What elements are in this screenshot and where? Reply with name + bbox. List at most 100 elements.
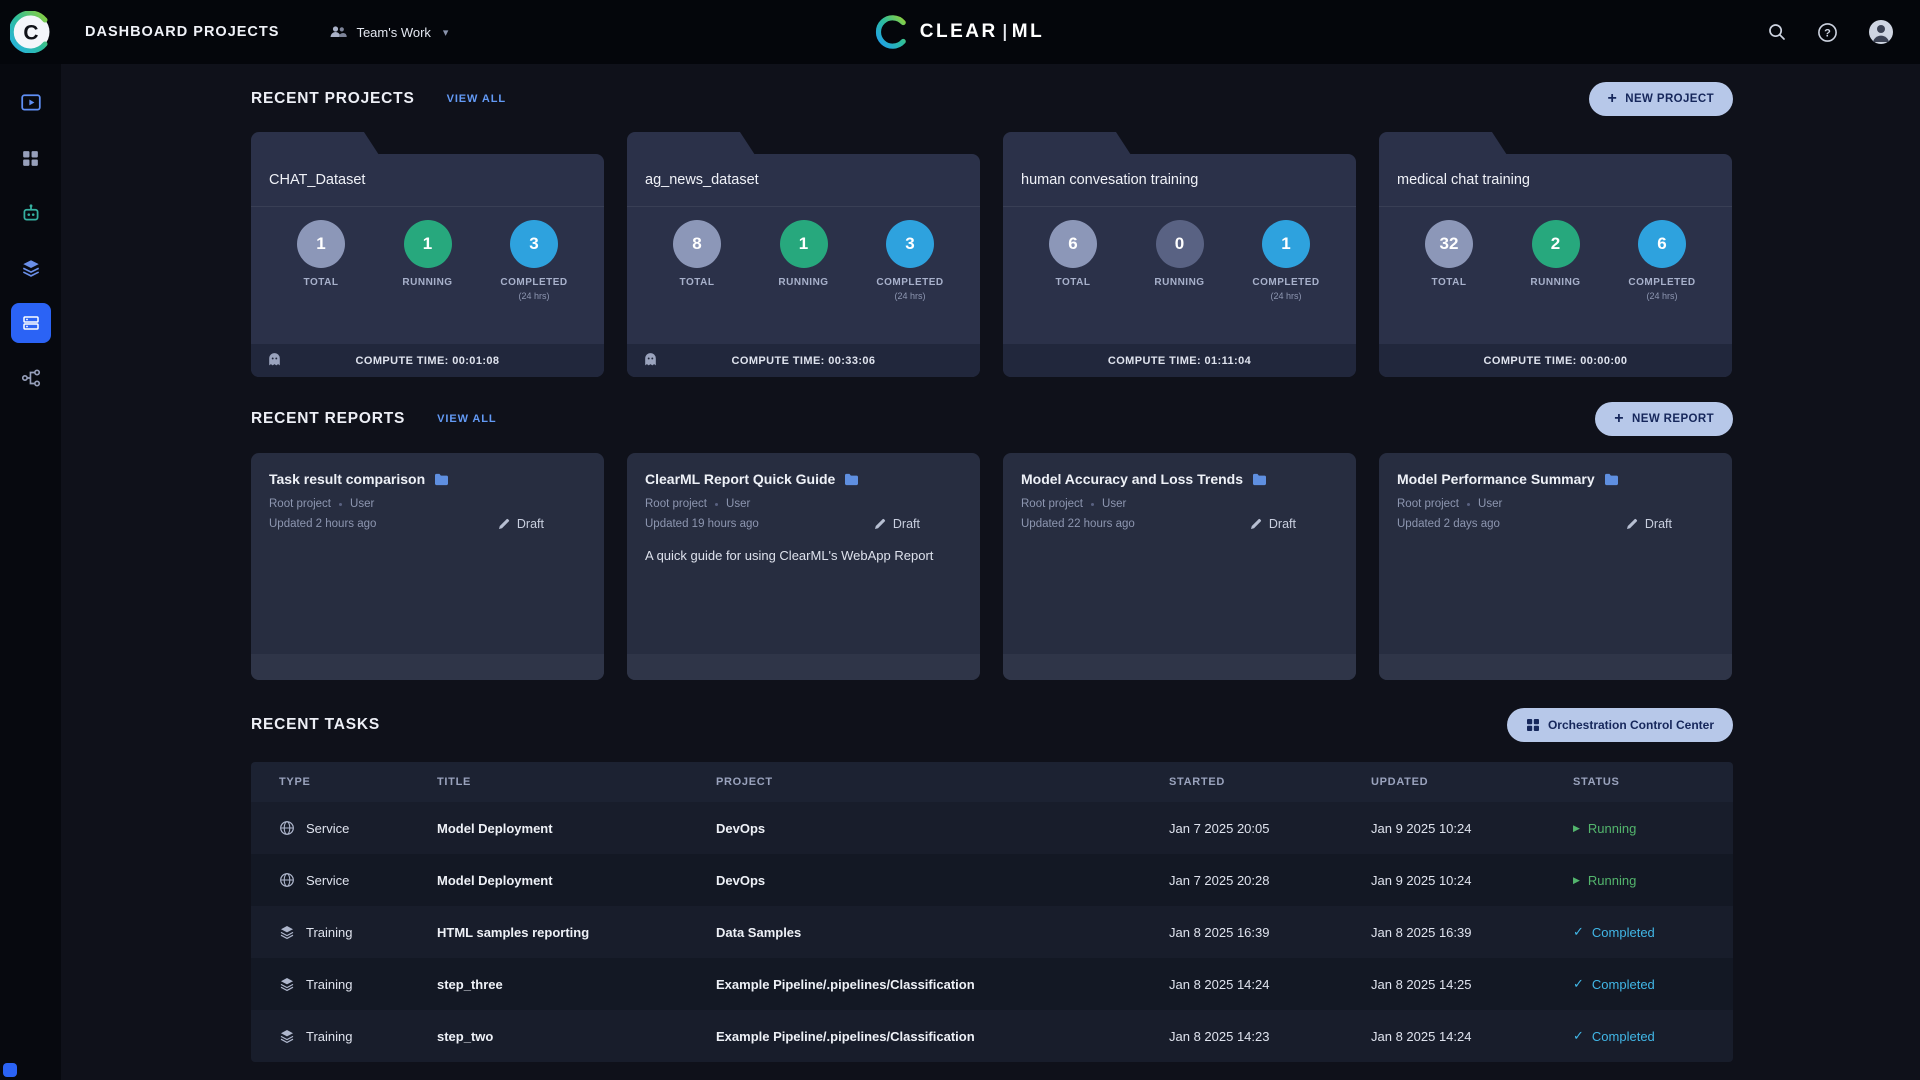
report-author: User xyxy=(726,498,751,510)
report-card-task-result-comparison[interactable]: Task result comparison Root project User… xyxy=(251,453,604,680)
project-card-body: ag_news_dataset 8 TOTAL 1 RUNNING 3 COMP xyxy=(627,154,980,377)
stat-label-running: RUNNING xyxy=(1154,277,1205,288)
stat-label-completed: COMPLETED xyxy=(1252,277,1320,288)
sidebar-item-orchestration[interactable] xyxy=(11,138,51,178)
new-report-label: NEW REPORT xyxy=(1632,413,1714,425)
sidebar-item-projects-active[interactable] xyxy=(10,303,51,343)
workspace-selector[interactable]: Team's Work ▾ xyxy=(329,25,448,40)
col-status: STATUS xyxy=(1573,776,1620,788)
project-footer: COMPUTE TIME: 01:11:04 xyxy=(1003,344,1356,377)
help-icon[interactable]: ? xyxy=(1817,22,1838,43)
stat-label-total: TOTAL xyxy=(1055,277,1091,288)
report-meta: Root project User xyxy=(645,498,962,510)
training-icon xyxy=(279,1028,295,1044)
stat-running: 2 RUNNING xyxy=(1520,220,1592,344)
training-icon xyxy=(279,924,295,940)
dot-separator xyxy=(1467,502,1471,506)
project-title: CHAT_Dataset xyxy=(251,154,604,207)
report-title: ClearML Report Quick Guide xyxy=(645,471,836,487)
new-project-label: NEW PROJECT xyxy=(1625,93,1714,105)
sidebar-item-datasets[interactable] xyxy=(11,248,51,288)
search-icon[interactable] xyxy=(1767,22,1787,42)
orchestration-control-center-button[interactable]: Orchestration Control Center xyxy=(1506,708,1733,742)
folder-tab xyxy=(627,132,755,155)
task-row-step-three[interactable]: Training step_three Example Pipeline/.pi… xyxy=(251,958,1733,1010)
grid-icon xyxy=(1526,718,1540,732)
recent-projects-section: RECENT PROJECTS VIEW ALL + NEW PROJECT C… xyxy=(251,82,1733,377)
project-footer: COMPUTE TIME: 00:33:06 xyxy=(627,344,980,377)
stat-label-total: TOTAL xyxy=(679,277,715,288)
report-card-clearml-quick-guide[interactable]: ClearML Report Quick Guide Root project … xyxy=(627,453,980,680)
layers-icon xyxy=(22,260,39,277)
report-meta: Root project User xyxy=(269,498,586,510)
sidebar-item-pipelines[interactable] xyxy=(11,358,51,398)
project-card-medical-chat-training[interactable]: medical chat training 32 TOTAL 2 RUNNING… xyxy=(1379,132,1732,377)
running-count-circle: 1 xyxy=(403,220,452,268)
new-project-button[interactable]: + NEW PROJECT xyxy=(1588,82,1733,116)
stat-sublabel-24hrs: (24 hrs) xyxy=(1646,291,1678,301)
reports-view-all-link[interactable]: VIEW ALL xyxy=(437,413,496,425)
task-started: Jan 8 2025 14:23 xyxy=(1169,1028,1270,1044)
sidebar-bottom-badge[interactable] xyxy=(3,1063,17,1077)
completed-count-circle: 1 xyxy=(1262,220,1310,268)
compute-time: COMPUTE TIME: 00:01:08 xyxy=(355,354,500,367)
task-type: Training xyxy=(306,924,353,940)
avatar[interactable] xyxy=(1868,19,1894,45)
task-updated: Jan 8 2025 14:25 xyxy=(1371,976,1472,992)
status-label: Running xyxy=(1587,820,1637,836)
report-project: Root project xyxy=(1021,498,1084,510)
clearml-logo[interactable]: C xyxy=(0,0,61,64)
tasks-table-header: TYPE TITLE PROJECT STARTED UPDATED STATU… xyxy=(251,762,1733,802)
draft-label: Draft xyxy=(516,517,544,531)
dot-separator xyxy=(715,502,719,506)
check-icon: ✓ xyxy=(1573,924,1584,939)
report-description: A quick guide for using ClearML's WebApp… xyxy=(645,548,934,563)
stat-label-running: RUNNING xyxy=(1530,277,1581,288)
stat-sublabel-24hrs: (24 hrs) xyxy=(518,291,550,301)
report-project: Root project xyxy=(269,498,332,510)
stat-label-completed: COMPLETED xyxy=(500,277,568,288)
project-card-ag-news-dataset[interactable]: ag_news_dataset 8 TOTAL 1 RUNNING 3 COMP xyxy=(627,132,980,377)
col-type: TYPE xyxy=(279,776,311,788)
task-row-model-deployment-1[interactable]: Service Model Deployment DevOps Jan 7 20… xyxy=(251,802,1733,854)
stat-label-completed: COMPLETED xyxy=(1628,277,1696,288)
col-started: STARTED xyxy=(1169,776,1226,788)
task-started: Jan 8 2025 14:24 xyxy=(1169,976,1270,992)
project-card-human-conversation-training[interactable]: human convesation training 6 TOTAL 0 RUN… xyxy=(1003,132,1356,377)
ghost-icon xyxy=(642,351,659,368)
new-report-button[interactable]: + NEW REPORT xyxy=(1595,402,1733,436)
task-row-step-two[interactable]: Training step_two Example Pipeline/.pipe… xyxy=(251,1010,1733,1062)
folder-icon xyxy=(434,473,449,486)
projects-view-all-link[interactable]: VIEW ALL xyxy=(447,93,506,105)
stat-label-running: RUNNING xyxy=(778,277,829,288)
stat-running: 0 RUNNING xyxy=(1144,220,1216,344)
stat-label-total: TOTAL xyxy=(303,277,339,288)
wordmark-right: ML xyxy=(1011,21,1045,42)
task-type: Service xyxy=(306,872,350,888)
report-card-model-performance-summary[interactable]: Model Performance Summary Root project U… xyxy=(1379,453,1732,680)
project-title: medical chat training xyxy=(1379,154,1732,207)
stat-completed: 1 COMPLETED (24 hrs) xyxy=(1250,220,1322,344)
task-project: Data Samples xyxy=(716,924,802,940)
grid-icon xyxy=(23,150,38,166)
clearml-swirl-icon xyxy=(875,15,906,49)
task-row-html-samples-reporting[interactable]: Training HTML samples reporting Data Sam… xyxy=(251,906,1733,958)
pipelines-icon xyxy=(21,369,40,387)
task-started: Jan 7 2025 20:05 xyxy=(1169,820,1270,836)
report-card-model-accuracy-loss-trends[interactable]: Model Accuracy and Loss Trends Root proj… xyxy=(1003,453,1356,680)
report-card-footer xyxy=(251,654,604,680)
task-row-model-deployment-2[interactable]: Service Model Deployment DevOps Jan 7 20… xyxy=(251,854,1733,906)
status-label: Completed xyxy=(1591,924,1655,940)
page-title: DASHBOARD PROJECTS xyxy=(85,24,280,40)
sidebar-item-agents[interactable] xyxy=(11,193,51,233)
project-stats: 32 TOTAL 2 RUNNING 6 COMPLETED (24 hrs) xyxy=(1379,207,1732,344)
sidebar-item-getting-started[interactable] xyxy=(11,83,51,123)
people-icon xyxy=(329,25,348,39)
col-project: PROJECT xyxy=(716,776,773,788)
draft-label: Draft xyxy=(1644,517,1672,531)
compute-time: COMPUTE TIME: 01:11:04 xyxy=(1107,354,1252,367)
task-project: Example Pipeline/.pipelines/Classificati… xyxy=(716,1028,975,1044)
total-count-circle: 6 xyxy=(1049,220,1097,268)
project-card-chat-dataset[interactable]: CHAT_Dataset 1 TOTAL 1 RUNNING 3 COMPLET xyxy=(251,132,604,377)
task-updated: Jan 9 2025 10:24 xyxy=(1371,872,1472,888)
